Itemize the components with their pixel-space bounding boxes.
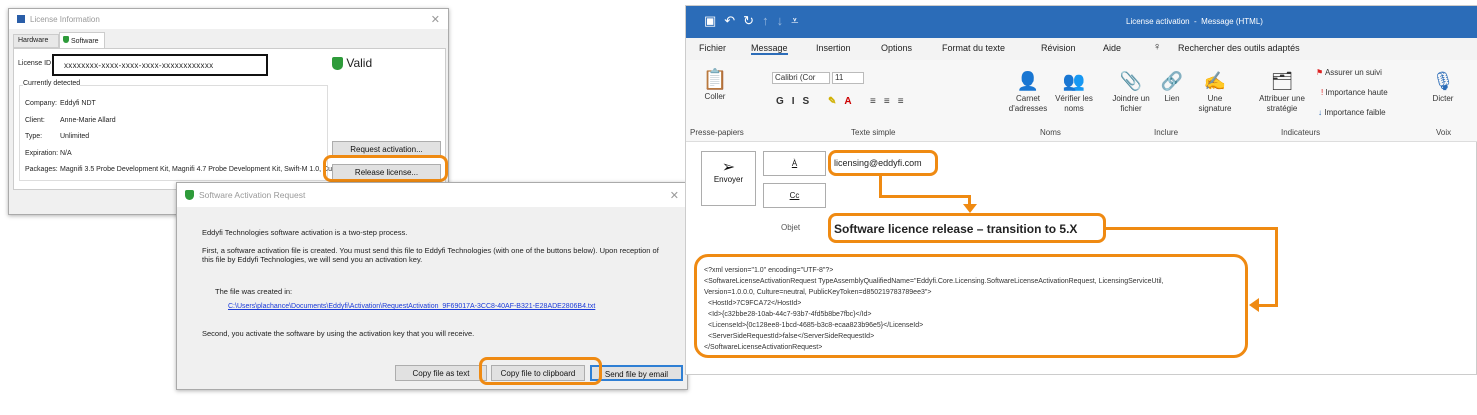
status-text: Valid [346, 56, 373, 70]
copy-as-text-button[interactable]: Copy file as text [395, 365, 487, 381]
activation-request-dialog: Software Activation Request ✕ Eddyfi Tech… [176, 182, 688, 390]
first-step-text: First, a software activation file is cre… [202, 246, 659, 264]
policy-icon: 🗂 [1270, 71, 1294, 91]
attach-file-button[interactable]: 📎 Joindre un fichier [1106, 68, 1156, 114]
group-flags: Indicateurs [1281, 128, 1321, 137]
check-names-icon: 👥 [1062, 71, 1086, 91]
to-button[interactable]: À [763, 151, 826, 176]
currently-detected-group: Currently detected Company: Eddyfi NDT Cl… [19, 80, 347, 181]
assign-policy-button[interactable]: 🗂 Attribuer une stratégie [1252, 68, 1312, 114]
tab-insertion[interactable]: Insertion [816, 43, 851, 53]
paperclip-icon: 📎 [1119, 71, 1143, 91]
font-select[interactable]: Calibri (Cor [772, 72, 830, 84]
low-importance-button[interactable]: ↓ Importance faible [1318, 108, 1386, 118]
tab-message[interactable]: Message [751, 43, 788, 55]
tab-format[interactable]: Format du texte [942, 43, 1005, 53]
license-id-label: License ID [18, 60, 52, 67]
send-by-email-button[interactable]: Send file by email [590, 365, 683, 381]
subject-label: Objet [781, 223, 801, 232]
group-text: Texte simple [851, 128, 896, 137]
search-tools[interactable]: Rechercher des outils adaptés [1178, 43, 1300, 53]
check-names-button[interactable]: 👥 Vérifier les noms [1054, 68, 1094, 114]
address-book-icon: 👤 [1016, 71, 1040, 91]
address-book-button[interactable]: 👤 Carnet d'adresses [1008, 68, 1048, 114]
title-bar: ▣↶↻↑↓⩡ License activation - Message (HTM… [686, 6, 1477, 38]
paste-button[interactable]: 📋 Coller [700, 68, 730, 102]
signature-icon: ✍ [1203, 71, 1227, 91]
dictate-button[interactable]: 🎙 Dicter [1428, 68, 1458, 104]
group-names: Noms [1040, 128, 1061, 137]
field-client: Client: Anne-Marie Allard [25, 116, 116, 124]
dialog-title: Software Activation Request [199, 190, 306, 200]
tab-software[interactable]: Software [59, 32, 105, 48]
follow-up-button[interactable]: ⚑ Assurer un suivi [1316, 68, 1382, 78]
ribbon: 📋 Coller Calibri (Cor 11 GIS ✎A ≡≡≡ 👤 Carn… [686, 60, 1477, 142]
app-icon [17, 15, 25, 23]
file-path-link[interactable]: C:\Users\plachance\Documents\Eddyfi\Acti… [228, 302, 667, 311]
link-icon: 🔗 [1160, 71, 1184, 91]
field-expiration: Expiration: N/A [25, 149, 72, 157]
tab-aide[interactable]: Aide [1103, 43, 1121, 53]
ribbon-tabs: Fichier Message Insertion Options Format… [686, 38, 1477, 60]
cc-button[interactable]: Cc [763, 183, 826, 208]
close-icon[interactable]: ✕ [431, 13, 440, 26]
format-buttons[interactable]: GIS ✎A ≡≡≡ [776, 97, 912, 107]
second-step-text: Second, you activate the software by usi… [202, 329, 475, 338]
lightbulb-icon: ♀ [1153, 41, 1162, 53]
tab-hardware[interactable]: Hardware [13, 34, 59, 48]
highlight-clipboard [479, 357, 602, 385]
valid-shield-icon [332, 57, 343, 71]
field-type: Type: Unlimited [25, 133, 90, 140]
group-label: Currently detected [23, 80, 81, 87]
field-packages: Packages: Magnifi 3.5 Probe Development K… [25, 166, 348, 173]
tab-label: Software [70, 38, 99, 45]
shield-icon [63, 36, 69, 43]
window-title: License activation - Message (HTML) [1126, 17, 1263, 26]
tab-revision[interactable]: Révision [1041, 43, 1076, 53]
arrow-to-body [1106, 227, 1278, 230]
highlight-body [694, 254, 1248, 358]
microphone-icon: 🎙 [1431, 71, 1455, 91]
intro-text: Eddyfi Technologies software activation … [202, 228, 408, 237]
close-icon[interactable]: ✕ [670, 189, 679, 202]
valid-status: Valid [332, 56, 373, 71]
created-label: The file was created in: [215, 287, 293, 296]
tab-fichier[interactable]: Fichier [699, 43, 726, 53]
send-button[interactable]: ➢ Envoyer [701, 151, 756, 206]
size-select[interactable]: 11 [832, 72, 864, 84]
shield-icon [185, 190, 194, 200]
group-include: Inclure [1154, 128, 1179, 137]
quick-access-icons[interactable]: ▣↶↻↑↓⩡ [704, 13, 806, 29]
tab-options[interactable]: Options [881, 43, 912, 53]
signature-button[interactable]: ✍ Une signature [1192, 68, 1238, 114]
highlight-to [828, 150, 938, 176]
highlight-release [323, 155, 448, 182]
send-icon: ➢ [721, 159, 736, 176]
field-company: Company: Eddyfi NDT [25, 100, 96, 107]
group-clipboard: Presse-papiers [690, 128, 744, 137]
window-title: License Information [30, 14, 100, 24]
license-id-field[interactable]: xxxxxxxx-xxxx-xxxx-xxxx-xxxxxxxxxxxx [52, 54, 268, 76]
group-voice: Voix [1436, 128, 1452, 137]
highlight-subject [828, 213, 1106, 243]
high-importance-button[interactable]: ! Importance haute [1321, 88, 1388, 98]
arrow-to-subject [879, 176, 882, 197]
link-button[interactable]: 🔗 Lien [1160, 68, 1184, 104]
clipboard-icon: 📋 [702, 69, 728, 91]
